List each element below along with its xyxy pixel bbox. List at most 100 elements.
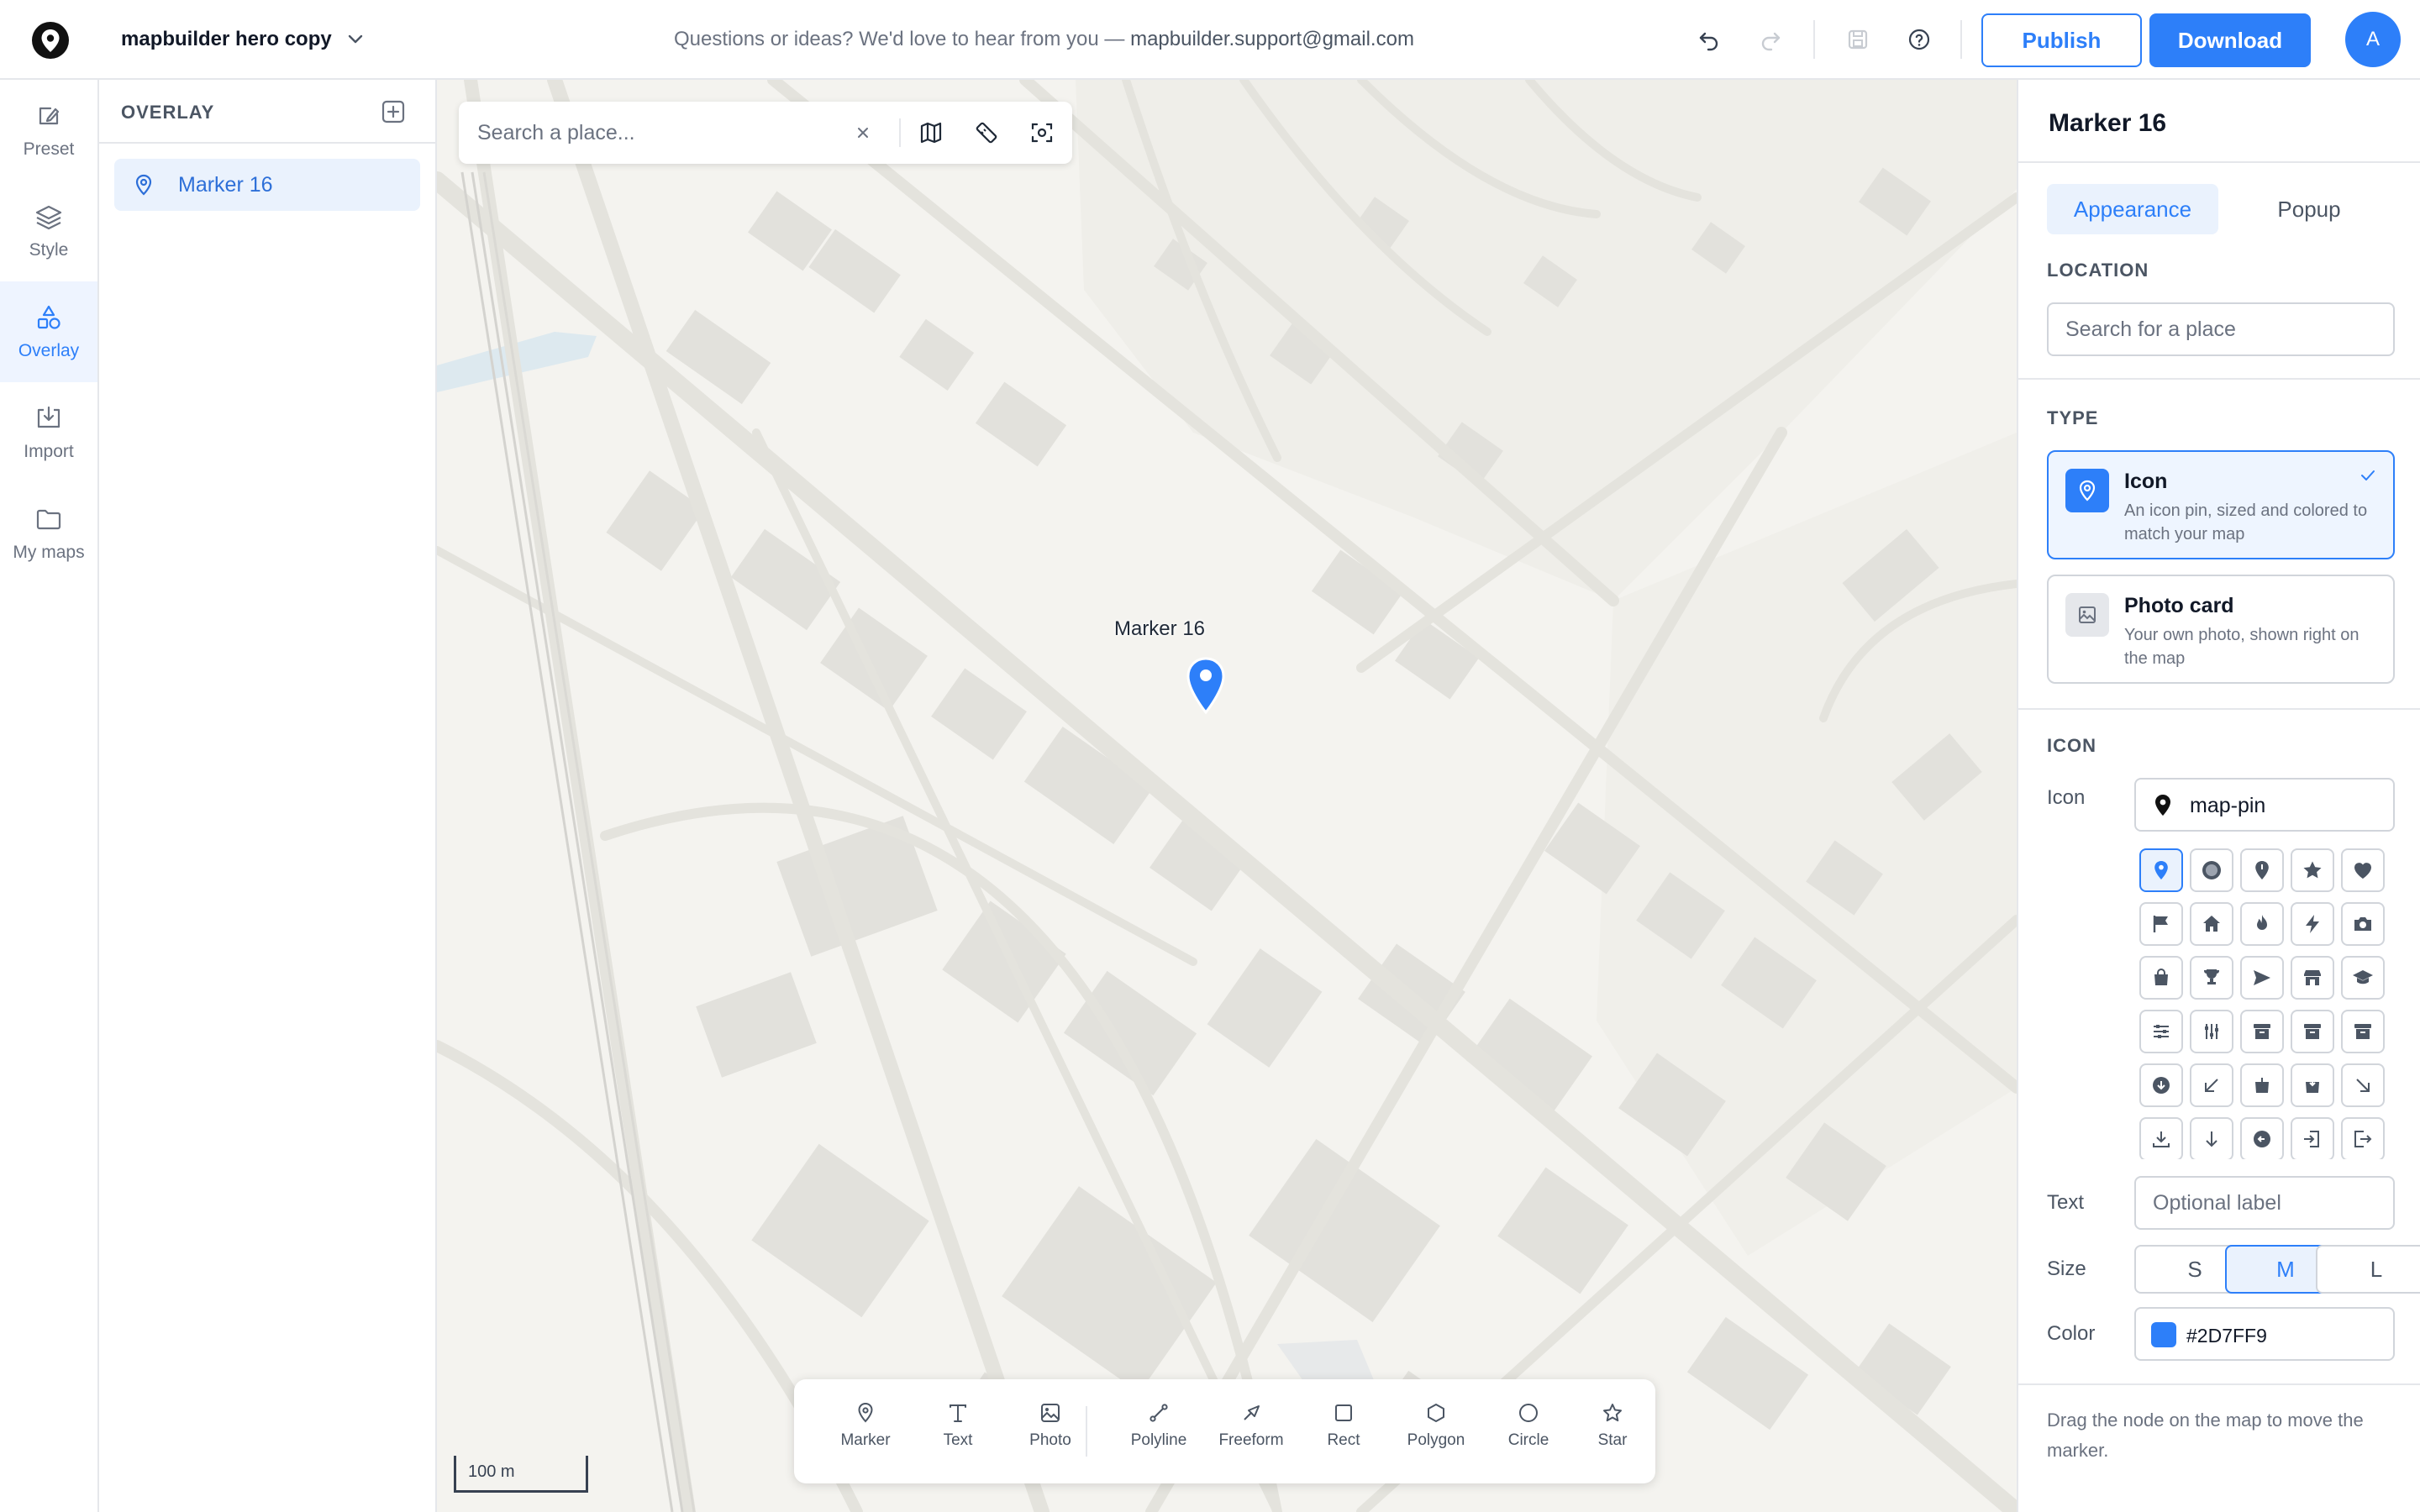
tool-label: Freeform	[1218, 1431, 1284, 1449]
rail-item-preset[interactable]: Preset	[0, 80, 97, 181]
download-bag-icon[interactable]	[2240, 1063, 2284, 1107]
clear-icon[interactable]	[849, 118, 877, 147]
help-icon[interactable]	[1904, 24, 1934, 55]
send-icon[interactable]	[2240, 956, 2284, 1000]
download-icon[interactable]	[2139, 1117, 2183, 1159]
ruler-icon[interactable]	[972, 118, 1001, 147]
panel-divider	[2018, 708, 2420, 710]
pin-badge-icon[interactable]	[2240, 848, 2284, 892]
type-option-title: Photo card	[2124, 594, 2234, 617]
publish-button[interactable]: Publish	[1981, 13, 2142, 67]
overlay-panel: OVERLAY Marker 16	[99, 80, 437, 1512]
arrow-down-icon[interactable]	[2190, 1117, 2233, 1159]
shapes-icon	[37, 305, 60, 329]
tool-label: Star	[1597, 1431, 1628, 1449]
trophy-icon[interactable]	[2190, 956, 2233, 1000]
rail-item-import[interactable]: Import	[0, 382, 97, 483]
rail-item-style[interactable]: Style	[0, 181, 97, 281]
map-marker-pin-icon[interactable]	[1181, 655, 1231, 717]
star-icon	[1603, 1404, 1622, 1422]
rail-label: Overlay	[18, 341, 80, 360]
color-swatch[interactable]	[2151, 1322, 2176, 1347]
download-button[interactable]: Download	[2149, 13, 2311, 67]
map-pin-icon[interactable]	[2139, 848, 2183, 892]
tool-polyline[interactable]: Polyline	[1117, 1401, 1201, 1463]
location-search-input[interactable]	[2047, 302, 2395, 356]
tool-freeform[interactable]: Freeform	[1209, 1401, 1293, 1463]
exit-icon[interactable]	[2341, 1117, 2385, 1159]
left-rail: Preset Style Overlay Import My maps	[0, 80, 99, 1512]
archive-alt-icon[interactable]	[2341, 1010, 2385, 1053]
save-bag-icon[interactable]	[2291, 1063, 2334, 1107]
locate-icon[interactable]	[1028, 118, 1056, 147]
flag-icon[interactable]	[2139, 902, 2183, 946]
arrow-down-left-icon[interactable]	[2190, 1063, 2233, 1107]
tab-appearance[interactable]: Appearance	[2047, 184, 2218, 234]
overlay-item-label: Marker 16	[178, 173, 273, 197]
app-logo-icon[interactable]	[30, 20, 71, 60]
rail-item-overlay[interactable]: Overlay	[0, 281, 97, 382]
bolt-icon[interactable]	[2291, 902, 2334, 946]
type-option-photo-card[interactable]: Photo card Your own photo, shown right o…	[2047, 575, 2395, 684]
circle-dot-icon[interactable]	[2190, 848, 2233, 892]
map-search-input[interactable]	[477, 117, 830, 149]
graduation-cap-icon[interactable]	[2341, 956, 2385, 1000]
store-icon[interactable]	[2291, 956, 2334, 1000]
tool-label: Polygon	[1407, 1431, 1465, 1449]
undo-icon[interactable]	[1694, 24, 1724, 55]
project-name[interactable]: mapbuilder hero copy	[121, 25, 332, 54]
fire-icon[interactable]	[2240, 902, 2284, 946]
enter-icon[interactable]	[2291, 1117, 2334, 1159]
tool-star[interactable]: Star	[1570, 1401, 1655, 1463]
tool-marker[interactable]: Marker	[823, 1401, 908, 1463]
tool-polygon[interactable]: Polygon	[1394, 1401, 1478, 1463]
size-l-button[interactable]: L	[2316, 1245, 2420, 1294]
tool-rect[interactable]: Rect	[1302, 1401, 1386, 1463]
map-icon[interactable]	[917, 118, 945, 147]
archive-icon[interactable]	[2240, 1010, 2284, 1053]
camera-icon[interactable]	[2341, 902, 2385, 946]
circle-left-icon[interactable]	[2240, 1117, 2284, 1159]
feedback-banner: Questions or ideas? We'd love to hear fr…	[674, 25, 1414, 54]
layers-icon	[35, 205, 62, 230]
avatar[interactable]: A	[2345, 12, 2401, 67]
map-pin-icon	[2065, 469, 2109, 512]
rail-item-my-maps[interactable]: My maps	[0, 483, 97, 584]
bag-icon[interactable]	[2139, 956, 2183, 1000]
icon-select[interactable]: map-pin	[2134, 778, 2395, 832]
toolbar-divider	[1086, 1406, 1087, 1457]
heart-icon[interactable]	[2341, 848, 2385, 892]
header-divider	[1960, 20, 1962, 59]
tool-circle[interactable]: Circle	[1486, 1401, 1570, 1463]
home-icon[interactable]	[2190, 902, 2233, 946]
color-value: #2D7FF9	[2186, 1325, 2267, 1347]
archive-box-icon[interactable]	[2291, 1010, 2334, 1053]
preset-icon	[39, 107, 60, 125]
sliders-horizontal-icon[interactable]	[2139, 1010, 2183, 1053]
map-canvas[interactable]: Marker 16 100 m Marker Text Photo Polyli…	[437, 80, 2017, 1512]
add-overlay-icon[interactable]	[380, 98, 407, 125]
app-header: mapbuilder hero copy Questions or ideas?…	[0, 0, 2420, 80]
tab-popup[interactable]: Popup	[2223, 184, 2395, 234]
header-divider	[1813, 20, 1815, 59]
redo-icon[interactable]	[1755, 24, 1786, 55]
panel-divider	[2018, 161, 2420, 163]
rail-label: Import	[24, 442, 74, 461]
feedback-email-link[interactable]: mapbuilder.support@gmail.com	[1130, 28, 1414, 50]
image-icon	[2065, 593, 2109, 637]
tool-photo[interactable]: Photo	[1008, 1401, 1092, 1463]
chevron-down-icon[interactable]	[345, 25, 366, 54]
marker-text-input[interactable]	[2134, 1176, 2395, 1230]
save-icon[interactable]	[1843, 24, 1873, 55]
icon-grid	[2139, 848, 2391, 1159]
sliders-vertical-icon[interactable]	[2190, 1010, 2233, 1053]
circle-down-icon[interactable]	[2139, 1063, 2183, 1107]
arrow-down-right-icon[interactable]	[2341, 1063, 2385, 1107]
tool-text[interactable]: Text	[916, 1401, 1000, 1463]
star-icon[interactable]	[2291, 848, 2334, 892]
section-type: TYPE	[2047, 407, 2099, 428]
color-picker[interactable]: #2D7FF9	[2134, 1307, 2395, 1361]
feedback-text: Questions or ideas? We'd love to hear fr…	[674, 28, 1131, 50]
overlay-item-marker[interactable]: Marker 16	[114, 159, 420, 211]
type-option-icon[interactable]: Icon An icon pin, sized and colored to m…	[2047, 450, 2395, 559]
